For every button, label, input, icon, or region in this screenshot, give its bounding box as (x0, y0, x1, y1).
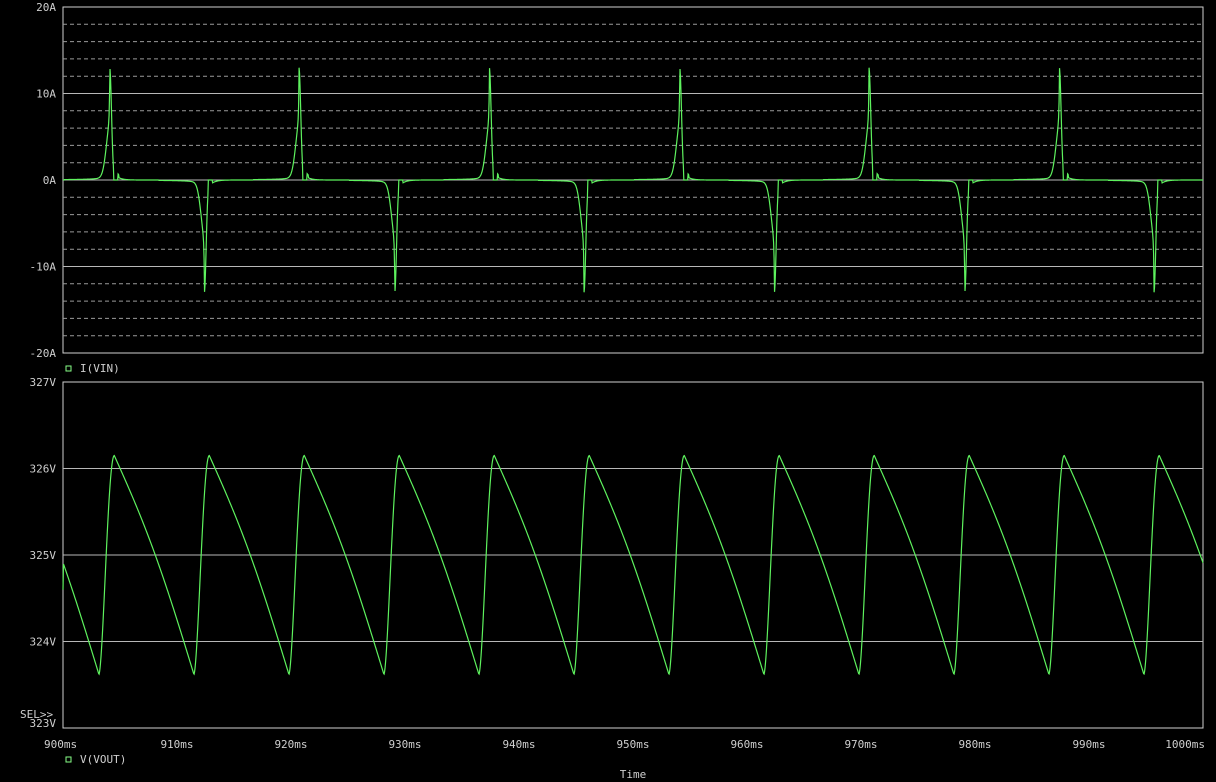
x-tick-label: 930ms (388, 738, 421, 751)
top-y-tick-label: -10A (30, 261, 57, 274)
x-axis-ticks: 900ms 910ms 920ms 930ms 940ms 950ms 960ms 970ms… (44, 738, 1205, 751)
legend-marker-v-vout (65, 756, 72, 763)
x-tick-label: 950ms (616, 738, 649, 751)
top-y-tick-label: -20A (30, 347, 57, 360)
x-tick-label: 910ms (160, 738, 193, 751)
top-y-tick-label: 20A (36, 1, 56, 14)
top-legend[interactable]: I(VIN) (65, 362, 120, 375)
bottom-grid (63, 468, 1203, 642)
top-y-axis-ticks: 20A 10A 0A -10A -20A (30, 1, 57, 360)
bottom-y-tick-label: 324V (30, 636, 57, 649)
legend-label-v-vout[interactable]: V(VOUT) (80, 753, 126, 766)
bottom-y-axis-ticks: 327V326V325V324V323V (30, 376, 57, 730)
x-tick-label: 940ms (502, 738, 535, 751)
bottom-legend[interactable]: V(VOUT) (65, 753, 126, 766)
x-tick-label: 900ms (44, 738, 77, 751)
bottom-y-tick-label: 325V (30, 549, 57, 562)
bottom-y-tick-label: 327V (30, 376, 57, 389)
x-tick-label: 960ms (730, 738, 763, 751)
legend-marker-i-vin (65, 365, 72, 372)
x-tick-label: 990ms (1072, 738, 1105, 751)
plot-canvas: 20A 10A 0A -10A -20A I(VIN) 327V 326V 325V 324V… (20, 1, 1205, 781)
x-tick-label: 920ms (274, 738, 307, 751)
top-y-tick-label: 10A (36, 88, 56, 101)
probe-plot-window: 20A 10A 0A -10A -20A I(VIN) 327V 326V 325V 324V… (0, 0, 1216, 782)
legend-label-i-vin[interactable]: I(VIN) (80, 362, 120, 375)
top-y-tick-label: 0A (43, 174, 57, 187)
bottom-plot-panel[interactable]: 327V326V325V324V323V 900ms 910ms 920ms 930m… (20, 376, 1205, 781)
selection-marker[interactable]: SEL>> (20, 708, 53, 721)
bottom-y-tick-label: 326V (30, 463, 57, 476)
x-tick-label: 980ms (958, 738, 991, 751)
top-plot-panel[interactable]: 20A 10A 0A -10A -20A I(VIN) (30, 1, 1204, 375)
x-axis-label: Time (620, 768, 647, 781)
x-tick-label: 1000ms (1165, 738, 1205, 751)
x-tick-label: 970ms (844, 738, 877, 751)
